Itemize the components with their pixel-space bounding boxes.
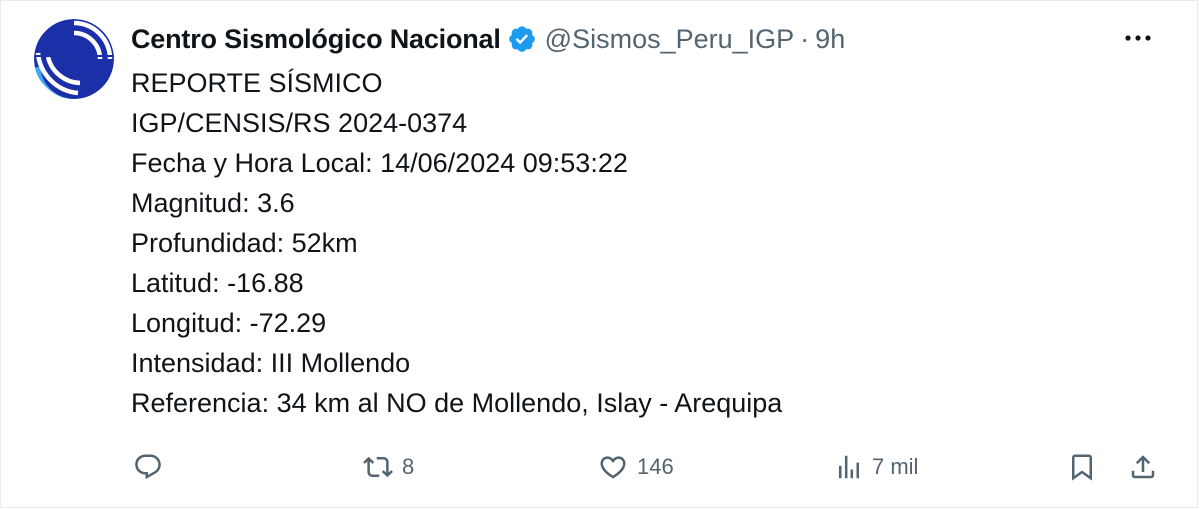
verified-badge-icon bbox=[507, 24, 537, 54]
more-button[interactable] bbox=[1121, 23, 1155, 53]
separator-dot: · bbox=[800, 23, 810, 54]
retweet-icon bbox=[362, 452, 394, 482]
tweet-line-datetime: Fecha y Hora Local: 14/06/2024 09:53:22 bbox=[131, 148, 628, 178]
like-button[interactable]: 146 bbox=[597, 447, 674, 487]
views-button[interactable]: 7 mil bbox=[834, 447, 918, 487]
tweet-line-longitude: Longitud: -72.29 bbox=[131, 308, 327, 338]
bookmark-icon bbox=[1067, 452, 1097, 482]
retweet-count: 8 bbox=[402, 454, 415, 479]
share-button[interactable] bbox=[1128, 447, 1158, 487]
author-display-name[interactable]: Centro Sismológico Nacional bbox=[131, 24, 501, 55]
avatar[interactable] bbox=[34, 19, 114, 99]
tweet-card[interactable]: Centro Sismológico Nacional @Sismos_Peru… bbox=[0, 0, 1198, 508]
reply-icon bbox=[133, 452, 163, 482]
seismic-logo-icon bbox=[34, 19, 114, 99]
tweet-line-title: REPORTE SÍSMICO bbox=[131, 68, 383, 98]
more-horizontal-icon bbox=[1123, 34, 1153, 42]
tweet-header: Centro Sismológico Nacional @Sismos_Peru… bbox=[131, 19, 845, 59]
tweet-line-report-id: IGP/CENSIS/RS 2024-0374 bbox=[131, 108, 468, 138]
reply-button[interactable] bbox=[133, 447, 163, 487]
heart-icon bbox=[597, 452, 629, 482]
tweet-line-reference: Referencia: 34 km al NO de Mollendo, Isl… bbox=[131, 388, 783, 418]
like-count: 146 bbox=[637, 454, 674, 479]
tweet-timestamp[interactable]: 9h bbox=[815, 24, 845, 55]
views-icon bbox=[834, 452, 864, 482]
tweet-line-depth: Profundidad: 52km bbox=[131, 228, 358, 258]
views-count: 7 mil bbox=[872, 454, 919, 479]
share-icon bbox=[1128, 452, 1158, 482]
tweet-line-latitude: Latitud: -16.88 bbox=[131, 268, 304, 298]
retweet-button[interactable]: 8 bbox=[362, 447, 414, 487]
bookmark-button[interactable] bbox=[1067, 447, 1097, 487]
tweet-actions: 8 146 7 mil bbox=[1, 447, 1199, 487]
tweet-text: REPORTE SÍSMICO IGP/CENSIS/RS 2024-0374 … bbox=[131, 63, 1171, 423]
tweet-line-magnitude: Magnitud: 3.6 bbox=[131, 188, 295, 218]
author-handle[interactable]: @Sismos_Peru_IGP bbox=[545, 24, 795, 55]
tweet-line-intensity: Intensidad: III Mollendo bbox=[131, 348, 411, 378]
